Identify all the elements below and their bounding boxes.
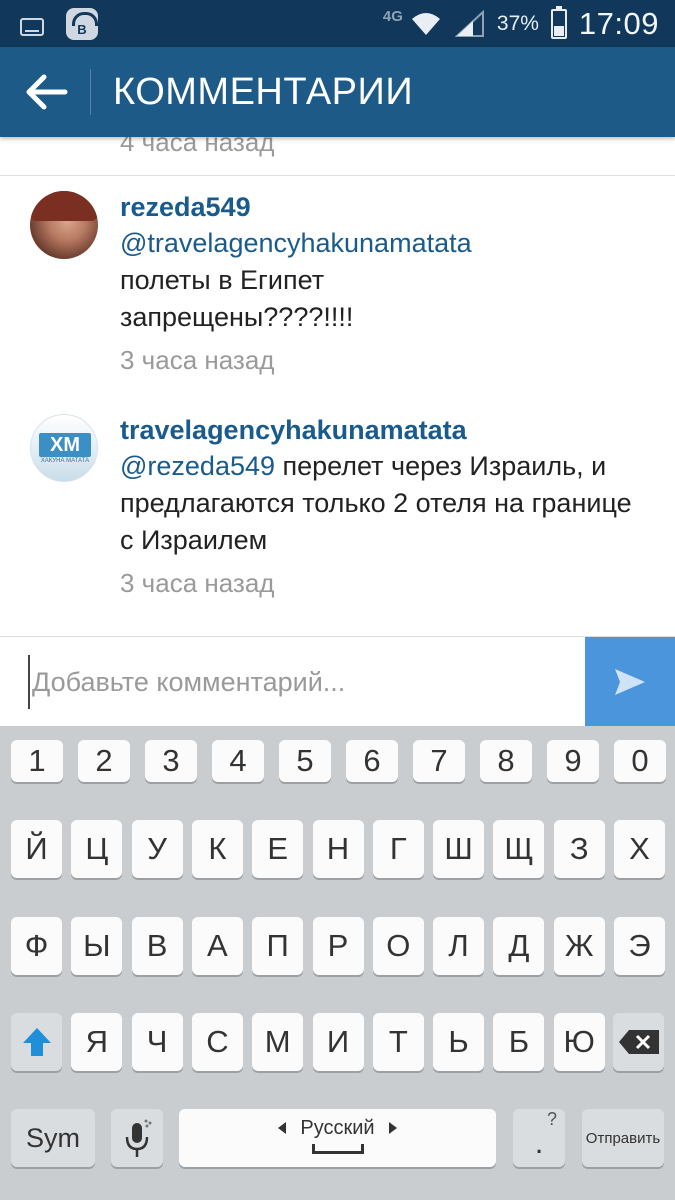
key-number[interactable]: 5: [279, 740, 331, 782]
key-number[interactable]: 4: [212, 740, 264, 782]
divider: [0, 175, 675, 176]
key-letter[interactable]: Е: [252, 820, 304, 878]
soft-keyboard: Sym Русский ? . Отправить 1234567890 ЙЦУК…: [0, 726, 675, 1200]
app-bar-divider: [90, 69, 91, 115]
signal-icon: [454, 9, 484, 37]
arrow-left-icon: [26, 74, 68, 110]
key-number[interactable]: 7: [413, 740, 465, 782]
key-letter[interactable]: Х: [614, 820, 665, 878]
key-shift[interactable]: [11, 1013, 62, 1071]
shift-arrow-icon: [22, 1028, 51, 1056]
key-dot-label: .: [534, 1125, 544, 1160]
key-letter[interactable]: Д: [493, 917, 545, 975]
clock: 17:09: [578, 5, 659, 41]
key-letter[interactable]: Л: [433, 917, 485, 975]
comment-input[interactable]: [28, 655, 573, 709]
space-icon: [311, 1143, 364, 1154]
key-letter[interactable]: Н: [312, 820, 364, 878]
language-next-icon: [388, 1122, 397, 1134]
comment-input-bar: [0, 636, 675, 727]
key-letter[interactable]: Э: [614, 917, 665, 975]
key-mic[interactable]: [111, 1109, 163, 1167]
key-number[interactable]: 8: [480, 740, 532, 782]
battery-percent: 37%: [496, 11, 539, 35]
key-letter[interactable]: Ф: [11, 917, 62, 975]
send-button[interactable]: [585, 637, 675, 727]
comment-username[interactable]: rezeda549: [120, 189, 640, 225]
key-number[interactable]: 9: [547, 740, 599, 782]
language-prev-icon: [278, 1122, 287, 1134]
key-letter[interactable]: С: [191, 1013, 243, 1071]
key-backspace[interactable]: [613, 1013, 664, 1071]
key-letter[interactable]: Ь: [433, 1013, 485, 1071]
key-letter[interactable]: Й: [11, 820, 62, 878]
key-letter[interactable]: Р: [312, 917, 364, 975]
key-letter[interactable]: К: [191, 820, 243, 878]
key-letter[interactable]: Ю: [553, 1013, 605, 1071]
key-letter[interactable]: П: [252, 917, 304, 975]
key-letter[interactable]: Ж: [553, 917, 605, 975]
send-icon: [615, 669, 645, 695]
keyboard-icon: [20, 18, 44, 36]
key-number[interactable]: 2: [78, 740, 130, 782]
key-letter[interactable]: Ч: [131, 1013, 183, 1071]
key-letter[interactable]: И: [312, 1013, 364, 1071]
comment-time: 3 часа назад: [120, 345, 275, 375]
key-letter[interactable]: О: [372, 917, 424, 975]
key-letter[interactable]: Ц: [71, 820, 123, 878]
key-letter[interactable]: Ы: [71, 917, 123, 975]
comment-username[interactable]: travelagencyhakunamatata: [120, 412, 640, 448]
comment-list[interactable]: 4 часа назад rezeda549 @travelagencyhaku…: [0, 137, 675, 637]
key-letter[interactable]: Г: [372, 820, 424, 878]
key-dot-hint: ?: [546, 1109, 557, 1129]
battery-icon: [550, 5, 567, 39]
key-letter[interactable]: Т: [372, 1013, 424, 1071]
page-title: КОММЕНТАРИИ: [113, 71, 414, 113]
key-letter[interactable]: З: [553, 820, 605, 878]
status-bar: B 4G 37% 17:09: [0, 0, 675, 47]
comment-message: полеты в Египет запрещены????!!!!: [120, 265, 354, 332]
backspace-icon: [618, 1030, 659, 1054]
key-letter[interactable]: Б: [493, 1013, 545, 1071]
key-space[interactable]: Русский: [179, 1109, 496, 1167]
key-number[interactable]: 1: [11, 740, 63, 782]
avatar[interactable]: XM ХАКУНА МАТАТА: [30, 414, 98, 482]
key-letter[interactable]: Я: [71, 1013, 123, 1071]
key-letter[interactable]: В: [131, 917, 183, 975]
previous-comment-time: 4 часа назад: [120, 137, 275, 157]
vk-music-icon: B: [66, 8, 98, 40]
key-number[interactable]: 6: [346, 740, 398, 782]
key-letter[interactable]: У: [131, 820, 183, 878]
comment-time: 3 часа назад: [120, 568, 275, 598]
comment-text: @travelagencyhakunamatata полеты в Египет…: [120, 225, 640, 336]
network-type: 4G: [382, 8, 403, 25]
key-number[interactable]: 0: [614, 740, 666, 782]
comment-mention[interactable]: @rezeda549: [120, 451, 275, 481]
key-dot[interactable]: ? .: [513, 1109, 565, 1167]
keyboard-language: Русский: [300, 1116, 375, 1139]
microphone-icon: [125, 1119, 152, 1157]
wifi-icon: [411, 12, 440, 35]
key-letter[interactable]: Ш: [433, 820, 485, 878]
key-number[interactable]: 3: [145, 740, 197, 782]
key-letter[interactable]: М: [252, 1013, 304, 1071]
comment-mention[interactable]: @travelagencyhakunamatata: [120, 228, 472, 258]
back-button[interactable]: [14, 61, 78, 123]
comment-text: @rezeda549 перелет через Израиль, и пред…: [120, 448, 640, 559]
key-sym[interactable]: Sym: [11, 1109, 95, 1167]
key-letter[interactable]: Щ: [493, 820, 545, 878]
key-letter[interactable]: А: [191, 917, 243, 975]
avatar[interactable]: [30, 191, 98, 259]
app-bar: КОММЕНТАРИИ: [0, 47, 675, 137]
key-send[interactable]: Отправить: [582, 1109, 664, 1167]
